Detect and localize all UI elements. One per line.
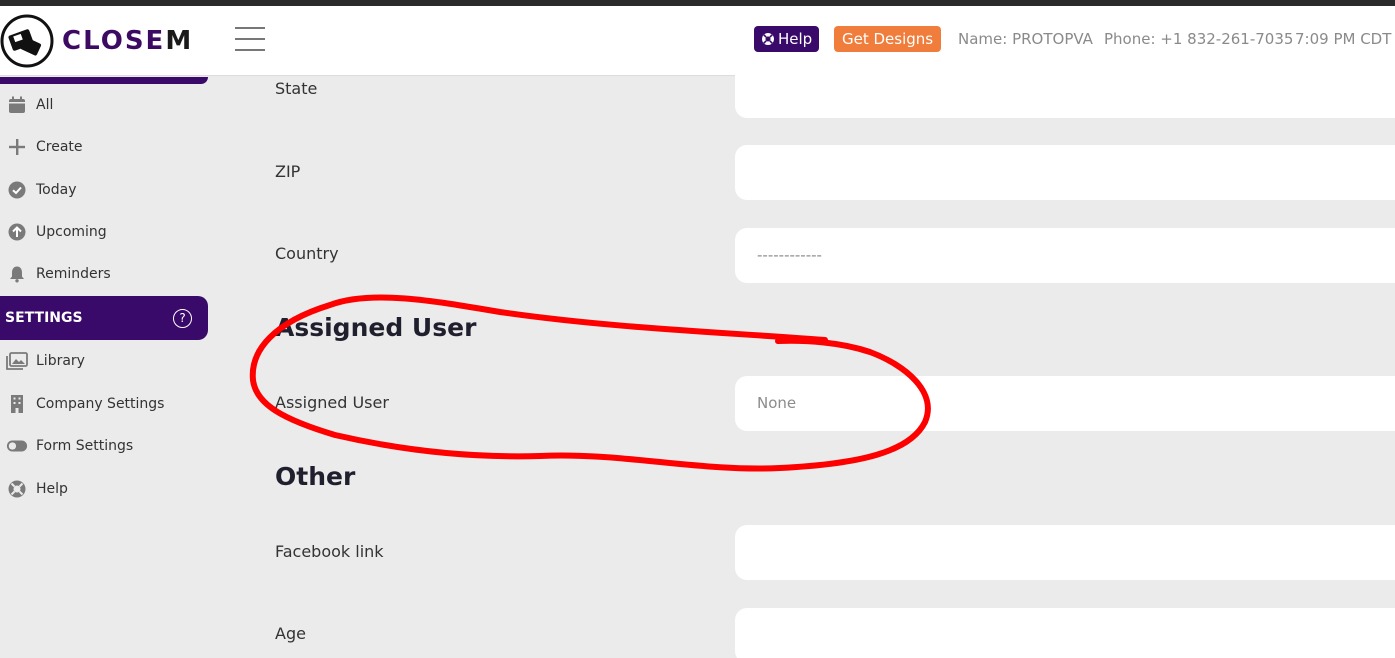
building-icon: [6, 394, 28, 414]
sidebar-item-today[interactable]: Today: [0, 175, 208, 205]
hamburger-line: [235, 27, 265, 29]
sidebar: All Create Today Upcoming Reminders SETT…: [0, 77, 208, 658]
age-label: Age: [275, 624, 306, 643]
zip-input[interactable]: [735, 145, 1395, 200]
current-time: 7:09 PM CDT: [1295, 30, 1392, 48]
check-circle-icon: [6, 180, 28, 200]
logo-icon: [0, 14, 54, 68]
age-input[interactable]: [735, 608, 1395, 658]
sidebar-item-upcoming[interactable]: Upcoming: [0, 217, 208, 247]
assigned-user-label: Assigned User: [275, 393, 389, 412]
assigned-user-section-title: Assigned User: [275, 313, 477, 342]
sidebar-item-all[interactable]: All: [0, 90, 208, 120]
user-phone: Phone: +1 832-261-7035: [1104, 30, 1294, 48]
lifebuoy-icon: [762, 33, 774, 45]
help-button[interactable]: Help: [754, 26, 820, 52]
sidebar-item-create[interactable]: Create: [0, 132, 208, 162]
state-label: State: [275, 79, 318, 98]
lifebuoy-icon: [6, 479, 28, 499]
sidebar-section-cap: [0, 77, 208, 84]
hamburger-line: [235, 38, 265, 40]
sidebar-item-reminders[interactable]: Reminders: [0, 259, 208, 289]
arrow-up-circle-icon: [6, 222, 28, 242]
country-select[interactable]: ------------: [735, 228, 1395, 283]
toggle-icon: [6, 436, 28, 456]
images-icon: [6, 351, 28, 371]
get-designs-button[interactable]: Get Designs: [834, 26, 942, 52]
sidebar-item-library[interactable]: Library: [0, 346, 208, 376]
assigned-user-select[interactable]: None: [735, 376, 1395, 431]
settings-help-icon[interactable]: ?: [173, 308, 192, 328]
hamburger-line: [235, 49, 265, 51]
sidebar-item-company-settings[interactable]: Company Settings: [0, 389, 208, 419]
other-section-title: Other: [275, 462, 356, 491]
plus-icon: [6, 137, 28, 157]
sidebar-section-settings[interactable]: SETTINGS ?: [0, 296, 208, 340]
state-input[interactable]: [735, 63, 1395, 118]
zip-label: ZIP: [275, 162, 301, 181]
sidebar-item-form-settings[interactable]: Form Settings: [0, 431, 208, 461]
sidebar-item-help[interactable]: Help: [0, 474, 208, 504]
facebook-link-input[interactable]: [735, 525, 1395, 580]
facebook-link-label: Facebook link: [275, 542, 384, 561]
bell-icon: [6, 264, 28, 284]
country-label: Country: [275, 244, 339, 263]
calendar-icon: [6, 95, 28, 115]
user-name: Name: PROTOPVA: [958, 30, 1093, 48]
brand-name: CLOSEM: [62, 26, 194, 56]
menu-toggle-button[interactable]: [235, 27, 265, 53]
